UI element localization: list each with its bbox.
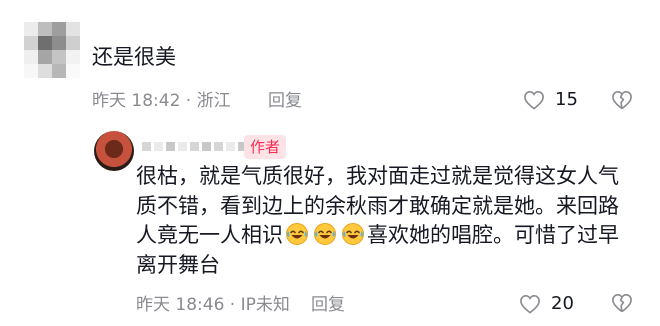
author-badge: 作者 xyxy=(244,135,287,159)
heart-icon xyxy=(523,90,545,110)
like-button[interactable]: 15 xyxy=(523,89,578,110)
comment-text: 还是很美 xyxy=(92,45,176,69)
dislike-button[interactable] xyxy=(611,90,633,110)
broken-heart-icon xyxy=(611,293,633,313)
reply-meta: 昨天 18:46 · IP未知 xyxy=(136,295,290,315)
reply-button[interactable]: 回复 xyxy=(268,89,302,113)
broken-heart-icon xyxy=(611,90,633,110)
like-button[interactable]: 20 xyxy=(519,293,574,314)
comment-meta: 昨天 18:42 · 浙江 xyxy=(92,91,231,111)
laugh-cry-emoji-icon xyxy=(313,222,337,246)
like-count: 15 xyxy=(555,89,578,110)
reply-text: 很枯，就是气质很好，我对面走过就是觉得这女人气质不错，看到边上的余秋雨才敢确定就… xyxy=(136,162,636,280)
like-count: 20 xyxy=(551,293,574,314)
reply-avatar[interactable] xyxy=(94,131,134,171)
dislike-button[interactable] xyxy=(611,293,633,313)
laugh-cry-emoji-icon xyxy=(341,222,365,246)
laugh-cry-emoji-icon xyxy=(285,222,309,246)
avatar[interactable] xyxy=(24,22,80,78)
reply-button[interactable]: 回复 xyxy=(311,293,345,317)
reply-author-name-redacted xyxy=(142,142,247,151)
heart-icon xyxy=(519,294,541,314)
